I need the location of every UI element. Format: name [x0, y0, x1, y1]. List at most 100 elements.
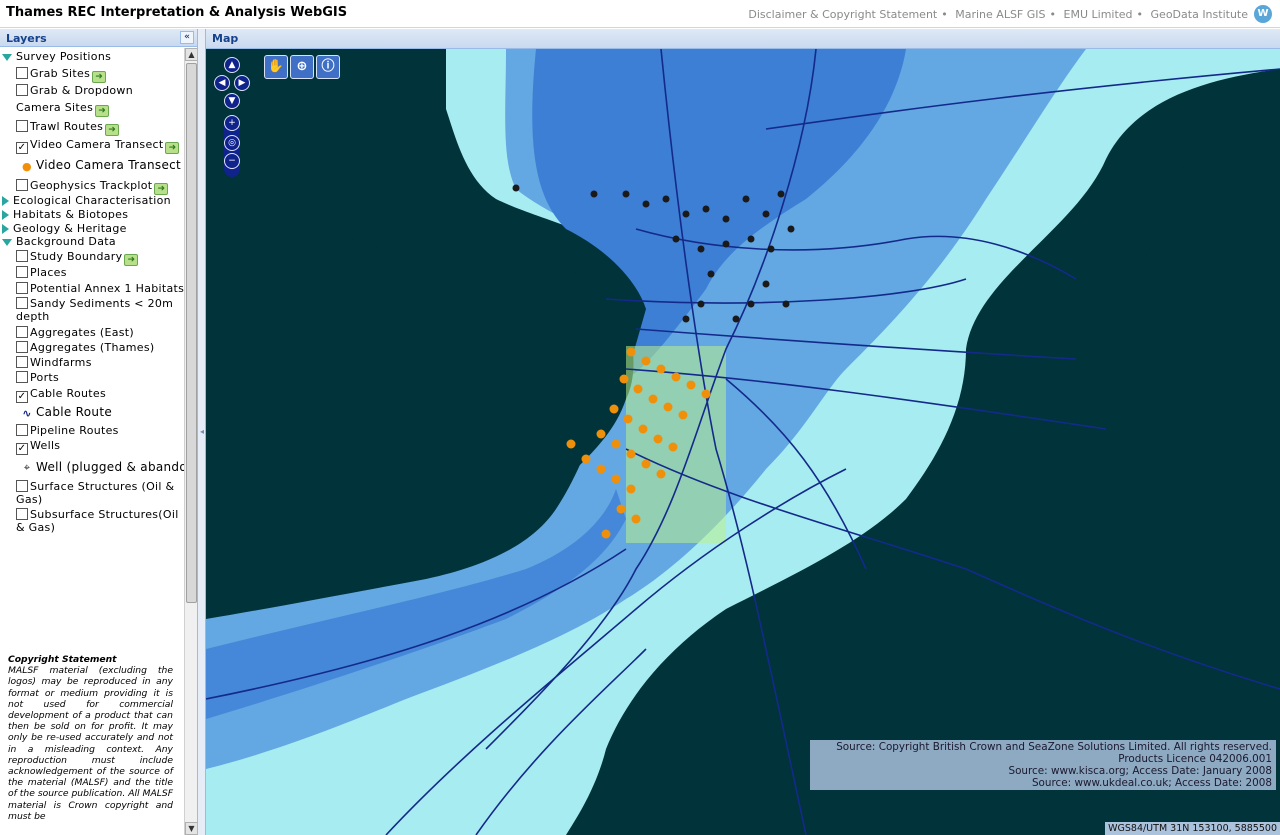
layer-annex1-habitats[interactable]: Potential Annex 1 Habitats — [16, 282, 184, 295]
zoom-out-icon[interactable]: − — [224, 153, 240, 169]
aggregates-east-checkbox[interactable] — [16, 326, 28, 338]
layer-ports[interactable]: Ports — [16, 371, 59, 384]
trawl-routes-checkbox[interactable] — [16, 120, 28, 132]
expand-arrow-icon[interactable] — [2, 196, 9, 206]
layer-pipeline-routes[interactable]: Pipeline Routes — [16, 424, 119, 437]
cable-routes-checkbox[interactable]: ✓ — [16, 391, 28, 403]
layer-places[interactable]: Places — [16, 266, 67, 279]
panel-splitter[interactable]: ◂ — [198, 29, 206, 835]
pan-east-icon[interactable]: ▶ — [234, 75, 250, 91]
zoom-to-layer-icon[interactable]: ➜ — [165, 142, 180, 154]
identify-info-icon[interactable]: ⓘ — [316, 55, 340, 79]
expand-arrow-icon[interactable] — [2, 210, 9, 220]
layer-tree-scrollbar[interactable]: ▲ ▼ — [184, 48, 197, 835]
pan-hand-icon[interactable]: ✋ — [264, 55, 288, 79]
pan-south-icon[interactable]: ▼ — [224, 93, 240, 109]
grab-sites-checkbox[interactable] — [16, 67, 28, 79]
video-transect-checkbox[interactable]: ✓ — [16, 142, 28, 154]
sandy-sediments-checkbox[interactable] — [16, 297, 28, 309]
map-panel-header: Map — [206, 29, 1280, 49]
emu-limited-link[interactable]: EMU Limited — [1064, 8, 1133, 21]
well-marker — [782, 300, 790, 308]
tree-node-ecological[interactable]: Ecological Characterisation — [2, 194, 171, 207]
layer-trawl-routes[interactable]: Trawl Routes ➜ — [16, 120, 120, 136]
well-marker — [762, 210, 770, 218]
disclaimer-link[interactable]: Disclaimer & Copyright Statement — [748, 8, 937, 21]
well-marker — [672, 235, 680, 243]
map-toolbar: ✋ ⊕ ⓘ — [264, 55, 342, 81]
expand-arrow-icon[interactable] — [2, 238, 12, 246]
zoom-in-icon[interactable]: + — [224, 115, 240, 131]
well-marker — [777, 190, 785, 198]
geodata-institute-link[interactable]: GeoData Institute — [1151, 8, 1248, 21]
zoom-to-layer-icon[interactable]: ➜ — [95, 105, 110, 117]
grab-dropdown-checkbox[interactable] — [16, 84, 28, 96]
zoom-to-layer-icon[interactable]: ➜ — [105, 124, 120, 136]
well-marker — [642, 200, 650, 208]
layer-study-boundary[interactable]: Study Boundary ➜ — [16, 250, 139, 266]
layer-surface-structures[interactable]: Surface Structures (Oil & — [16, 480, 174, 493]
subsurface-structures-checkbox[interactable] — [16, 508, 28, 520]
surface-structures-checkbox[interactable] — [16, 480, 28, 492]
zoom-world-icon[interactable]: ◎ — [224, 135, 240, 151]
marine-alsf-gis-link[interactable]: Marine ALSF GIS — [955, 8, 1045, 21]
splitter-grip-icon[interactable]: ◂ — [200, 427, 204, 436]
expand-arrow-icon[interactable] — [2, 53, 12, 61]
aggregates-thames-checkbox[interactable] — [16, 341, 28, 353]
zoom-to-layer-icon[interactable]: ➜ — [92, 71, 107, 83]
tree-label: Geology & Heritage — [13, 222, 127, 235]
legend-label: Video Camera Transect — [36, 158, 182, 172]
transect-point — [623, 414, 633, 424]
layer-label: Surface Structures (Oil & — [30, 480, 175, 493]
tree-label: Survey Positions — [16, 50, 112, 63]
layer-sandy-sediments[interactable]: Sandy Sediments < 20m — [16, 297, 173, 310]
scroll-up-arrow-icon[interactable]: ▲ — [185, 48, 197, 61]
layer-geophysics-trackplot[interactable]: Geophysics Trackplot ➜ — [16, 179, 169, 195]
windfarms-checkbox[interactable] — [16, 356, 28, 368]
places-checkbox[interactable] — [16, 266, 28, 278]
study-boundary-checkbox[interactable] — [16, 250, 28, 262]
map-view[interactable]: ▲ ◀ ▶ ▼ + ◎ − ✋ ⊕ ⓘ Source: Copyright Brit… — [206, 49, 1280, 835]
geodata-logo-icon[interactable]: W — [1254, 5, 1272, 23]
scroll-down-arrow-icon[interactable]: ▼ — [185, 822, 197, 835]
pipeline-routes-checkbox[interactable] — [16, 424, 28, 436]
wells-checkbox[interactable]: ✓ — [16, 443, 28, 455]
layer-video-camera-transect[interactable]: ✓ Video Camera Transect ➜ — [16, 138, 180, 154]
layer-aggregates-thames[interactable]: Aggregates (Thames) — [16, 341, 155, 354]
layer-grab-dropdown[interactable]: Grab & Dropdown — [16, 84, 133, 97]
tree-node-background-data[interactable]: Background Data — [2, 235, 116, 248]
layer-cable-routes[interactable]: ✓ Cable Routes — [16, 387, 106, 403]
annex1-checkbox[interactable] — [16, 282, 28, 294]
geophysics-checkbox[interactable] — [16, 179, 28, 191]
zoom-to-layer-icon[interactable]: ➜ — [124, 254, 139, 266]
layer-label: Potential Annex 1 Habitats — [30, 282, 185, 295]
well-marker — [722, 240, 730, 248]
scroll-thumb[interactable] — [186, 63, 197, 603]
layer-label: Places — [30, 266, 67, 279]
layer-label: depth — [16, 310, 50, 323]
ports-checkbox[interactable] — [16, 371, 28, 383]
well-marker — [622, 190, 630, 198]
zoom-box-icon[interactable]: ⊕ — [290, 55, 314, 79]
transect-point — [701, 389, 711, 399]
tree-node-geology[interactable]: Geology & Heritage — [2, 222, 127, 235]
expand-arrow-icon[interactable] — [2, 224, 9, 234]
layer-wells[interactable]: ✓ Wells — [16, 439, 60, 455]
layer-camera-sites[interactable]: Camera Sites ➜ — [16, 101, 110, 117]
layer-label: Geophysics Trackplot — [30, 179, 153, 192]
pan-west-icon[interactable]: ◀ — [214, 75, 230, 91]
map-canvas[interactable] — [206, 49, 1280, 835]
tree-label: Habitats & Biotopes — [13, 208, 129, 221]
layer-aggregates-east[interactable]: Aggregates (East) — [16, 326, 134, 339]
pan-north-icon[interactable]: ▲ — [224, 57, 240, 73]
layer-windfarms[interactable]: Windfarms — [16, 356, 92, 369]
layer-subsurface-structures[interactable]: Subsurface Structures(Oil — [16, 508, 179, 521]
well-marker — [732, 315, 740, 323]
tree-node-survey-positions[interactable]: Survey Positions — [2, 50, 111, 63]
tree-node-habitats[interactable]: Habitats & Biotopes — [2, 208, 128, 221]
well-marker — [747, 235, 755, 243]
well-marker — [762, 280, 770, 288]
collapse-panel-button[interactable]: « — [180, 31, 194, 44]
layer-grab-sites[interactable]: Grab Sites ➜ — [16, 67, 107, 83]
tree-label: Ecological Characterisation — [13, 194, 171, 207]
